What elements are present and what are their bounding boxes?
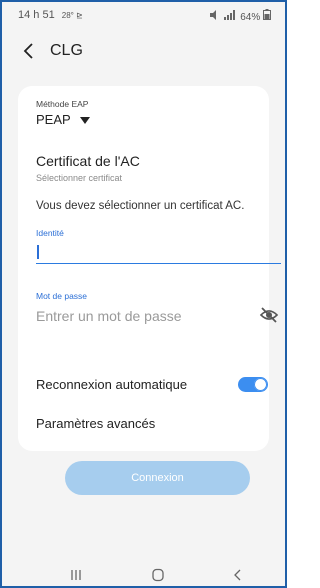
page-title: CLG xyxy=(50,42,83,59)
toggle-knob xyxy=(254,378,267,391)
back-arrow-icon[interactable] xyxy=(20,41,38,61)
eap-method-dropdown[interactable]: PEAP xyxy=(36,112,91,127)
status-time: 14 h 51 28° ⊵ xyxy=(18,9,83,21)
text-cursor xyxy=(37,245,39,259)
password-input[interactable]: Entrer un mot de passe xyxy=(36,303,281,329)
battery-icon xyxy=(263,9,271,20)
auto-reconnect-toggle[interactable] xyxy=(238,377,268,392)
status-right-icons: 64% xyxy=(209,9,271,23)
ca-certificate-subtitle: Sélectionner certificat xyxy=(36,173,123,183)
ca-certificate-message: Vous devez sélectionner un certificat AC… xyxy=(36,200,245,212)
network-settings-card: Méthode EAP PEAP Certificat de l'AC Séle… xyxy=(18,86,281,451)
eap-method-value: PEAP xyxy=(36,112,71,127)
auto-reconnect-label: Reconnexion automatique xyxy=(36,377,188,392)
identity-label: Identité xyxy=(36,228,64,238)
app-header: CLG xyxy=(2,38,285,68)
password-placeholder: Entrer un mot de passe xyxy=(36,308,182,324)
eap-method-label: Méthode EAP xyxy=(36,99,89,109)
connect-button[interactable]: Connexion xyxy=(65,461,250,495)
ca-certificate-title[interactable]: Certificat de l'AC xyxy=(36,153,140,169)
back-nav-icon[interactable] xyxy=(230,568,246,582)
recent-apps-icon[interactable] xyxy=(68,568,84,582)
dropdown-caret-icon xyxy=(80,117,91,125)
mute-icon xyxy=(209,10,216,20)
home-icon[interactable] xyxy=(150,568,166,582)
battery-percent: 64% xyxy=(240,12,261,23)
status-left-icons: 28° ⊵ xyxy=(61,11,83,20)
signal-icon xyxy=(224,10,236,20)
hide-password-icon[interactable] xyxy=(259,306,279,324)
password-label: Mot de passe xyxy=(36,291,88,301)
screen-frame: 14 h 51 28° ⊵ 64% CLG Méthode EAP PEAP C… xyxy=(0,0,287,588)
identity-input[interactable] xyxy=(36,241,281,264)
advanced-settings[interactable]: Paramètres avancés xyxy=(36,416,155,431)
system-nav-bar xyxy=(2,562,285,586)
status-bar: 14 h 51 28° ⊵ 64% xyxy=(2,2,285,30)
